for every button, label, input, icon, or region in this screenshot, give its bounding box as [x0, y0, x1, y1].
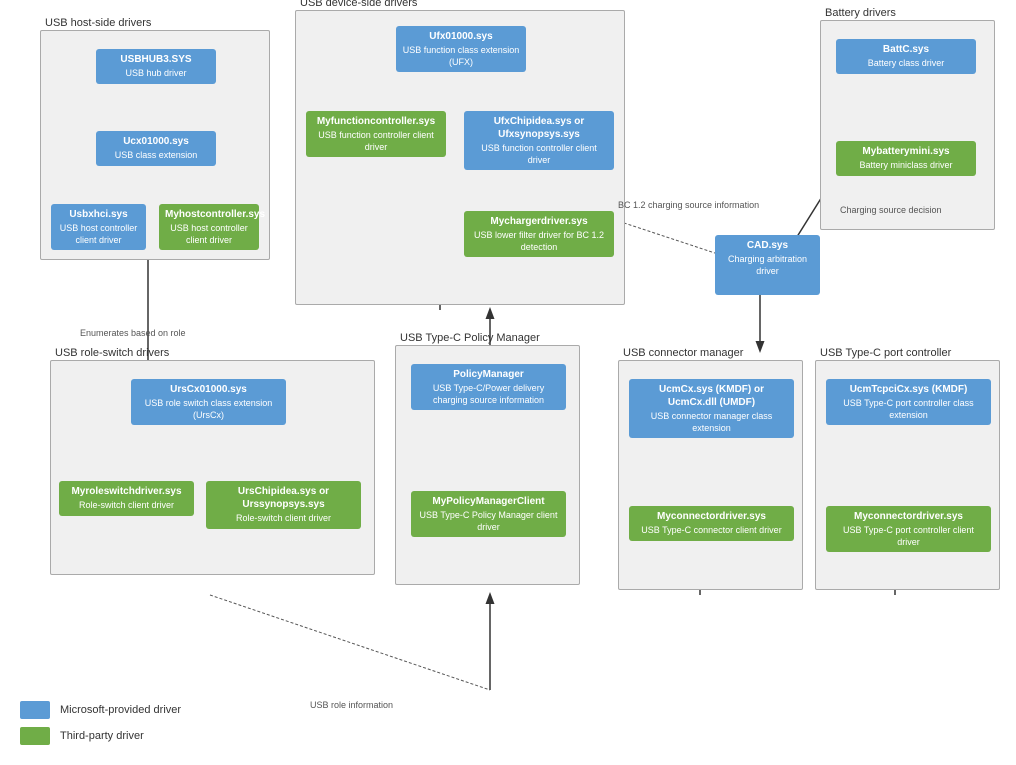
ucmtcpci-box: UcmTcpciCx.sys (KMDF) USB Type-C port co…	[826, 379, 991, 425]
ufx01000-box: Ufx01000.sys USB function class extensio…	[396, 26, 526, 72]
role-switch-group: USB role-switch drivers UrsCx01000.sys U…	[50, 360, 375, 575]
port-controller-label: USB Type-C port controller	[820, 347, 951, 359]
myconnectordriver-pc-box: Myconnectordriver.sys USB Type-C port co…	[826, 506, 991, 552]
legend-tp-box	[20, 727, 50, 745]
diagram-container: USB host-side drivers USBHUB3.SYS USB hu…	[0, 0, 1016, 765]
urscx01000-box: UrsCx01000.sys USB role switch class ext…	[131, 379, 286, 425]
policymanager-box: PolicyManager USB Type-C/Power delivery …	[411, 364, 566, 410]
mypolicymanagerclient-box: MyPolicyManagerClient USB Type-C Policy …	[411, 491, 566, 537]
myhostcontroller-box: Myhostcontroller.sys USB host controller…	[159, 204, 259, 250]
policy-manager-group: USB Type-C Policy Manager PolicyManager …	[395, 345, 580, 585]
legend-ms-text: Microsoft-provided driver	[60, 704, 181, 716]
urschipidea-box: UrsChipidea.sys or Urssynopsys.sys Role-…	[206, 481, 361, 529]
battery-group: Battery drivers BattC.sys Battery class …	[820, 20, 995, 230]
mybatterymini-box: Mybatterymini.sys Battery miniclass driv…	[836, 141, 976, 176]
battc-box: BattC.sys Battery class driver	[836, 39, 976, 74]
legend: Microsoft-provided driver Third-party dr…	[20, 701, 181, 745]
role-info-annotation: USB role information	[310, 700, 393, 710]
legend-tp-text: Third-party driver	[60, 730, 144, 742]
host-side-label: USB host-side drivers	[45, 17, 151, 29]
cad-box: CAD.sys Charging arbitration driver	[715, 235, 820, 295]
legend-tp: Third-party driver	[20, 727, 181, 745]
usbhub3-box: USBHUB3.SYS USB hub driver	[96, 49, 216, 84]
policy-manager-label: USB Type-C Policy Manager	[400, 332, 540, 344]
myroleswitchdriver-box: Myroleswitchdriver.sys Role-switch clien…	[59, 481, 194, 516]
battery-label: Battery drivers	[825, 7, 896, 19]
connector-manager-label: USB connector manager	[623, 347, 743, 359]
usbxhci-box: Usbxhci.sys USB host controller client d…	[51, 204, 146, 250]
ufxchipidea-box: UfxChipidea.sys or Ufxsynopsys.sys USB f…	[464, 111, 614, 170]
device-side-group: USB device-side drivers Ufx01000.sys USB…	[295, 10, 625, 305]
ucx01000-box: Ucx01000.sys USB class extension	[96, 131, 216, 166]
connector-manager-group: USB connector manager UcmCx.sys (KMDF) o…	[618, 360, 803, 590]
myconnectordriver-cm-box: Myconnectordriver.sys USB Type-C connect…	[629, 506, 794, 541]
mychargerdriver-box: Mychargerdriver.sys USB lower filter dri…	[464, 211, 614, 257]
bc12-annotation: BC 1.2 charging source information	[618, 200, 759, 210]
myfunctioncontroller-box: Myfunctioncontroller.sys USB function co…	[306, 111, 446, 157]
device-side-label: USB device-side drivers	[300, 0, 417, 9]
host-side-group: USB host-side drivers USBHUB3.SYS USB hu…	[40, 30, 270, 260]
charging-decision-annotation: Charging source decision	[840, 205, 942, 215]
ucmcx-box: UcmCx.sys (KMDF) or UcmCx.dll (UMDF) USB…	[629, 379, 794, 438]
legend-ms: Microsoft-provided driver	[20, 701, 181, 719]
role-switch-label: USB role-switch drivers	[55, 347, 169, 359]
port-controller-group: USB Type-C port controller UcmTcpciCx.sy…	[815, 360, 1000, 590]
enumerates-annotation: Enumerates based on role	[80, 328, 186, 338]
legend-ms-box	[20, 701, 50, 719]
